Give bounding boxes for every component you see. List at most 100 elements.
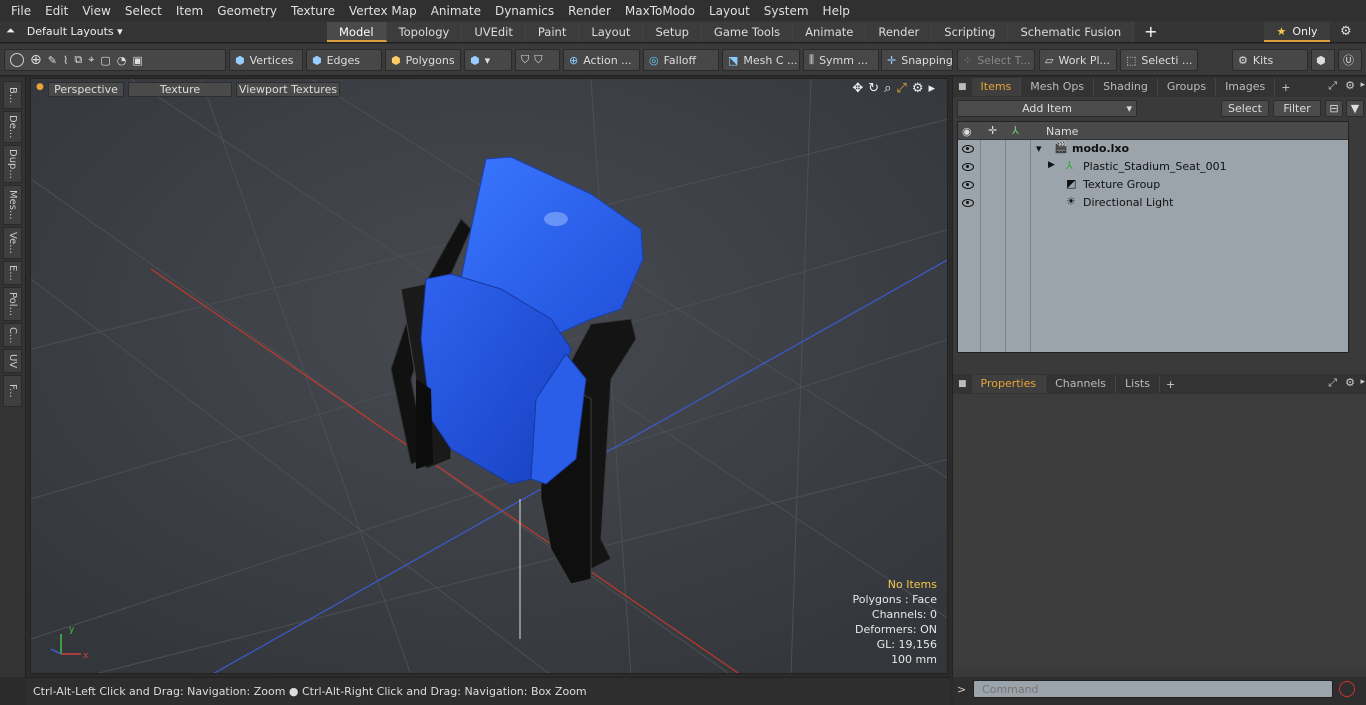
tab-channels[interactable]: Channels <box>1046 375 1117 393</box>
viewport-textures-button[interactable]: Viewport Textures <box>236 82 340 97</box>
visibility-eye-icon[interactable] <box>962 199 974 207</box>
3d-viewport[interactable]: x y ● Perspective Texture Viewport Textu… <box>30 78 948 674</box>
add-item-dropdown[interactable]: Add Item ▾ <box>957 100 1137 117</box>
select-button[interactable]: Select <box>1221 100 1269 117</box>
cube-mode-icon[interactable]: ▣ <box>132 54 142 67</box>
command-input[interactable] <box>973 680 1333 698</box>
left-tab-uv[interactable]: UV <box>3 349 22 373</box>
add-tab-plus-icon[interactable]: + <box>1134 22 1167 42</box>
collapse-triangle-icon[interactable]: ▾ <box>1036 142 1042 155</box>
kits-button[interactable]: ⚙ Kits <box>1232 49 1308 71</box>
tab-render[interactable]: Render <box>866 22 933 42</box>
panel-arrow-icon[interactable]: ▸ <box>1360 80 1365 90</box>
menu-select[interactable]: Select <box>118 4 169 18</box>
name-column-header[interactable]: Name <box>1046 125 1078 138</box>
falloff-button[interactable]: ◎ Falloff <box>643 49 719 71</box>
props-expand-icon[interactable]: ⤢ <box>1328 376 1337 390</box>
visibility-eye-icon[interactable] <box>962 163 974 171</box>
tab-shading[interactable]: Shading <box>1094 78 1158 96</box>
menu-view[interactable]: View <box>75 4 117 18</box>
tab-setup[interactable]: Setup <box>643 22 702 42</box>
menu-edit[interactable]: Edit <box>38 4 75 18</box>
expand-triangle-icon[interactable]: ▶ <box>1048 160 1055 170</box>
tab-paint[interactable]: Paint <box>525 22 580 42</box>
modo-logo-button[interactable]: ⬢ <box>1311 49 1335 71</box>
edges-button[interactable]: ⬢ Edges <box>306 49 382 71</box>
settings-gear-icon[interactable]: ⚙ <box>1340 24 1352 39</box>
filter-button[interactable]: Filter <box>1273 100 1321 117</box>
left-tab-curve[interactable]: C... <box>3 323 22 347</box>
perspective-button[interactable]: Perspective <box>48 82 124 97</box>
list-item-texture-group[interactable]: ◩ Texture Group <box>958 176 1348 194</box>
unreal-button[interactable]: Ⓤ <box>1338 49 1362 71</box>
funnel-filter-icon[interactable]: ▼ <box>1346 100 1364 117</box>
tab-mesh-ops[interactable]: Mesh Ops <box>1021 78 1095 96</box>
props-arrow-icon[interactable]: ▸ <box>1360 377 1365 387</box>
menu-maxtomodo[interactable]: MaxToModo <box>618 4 702 18</box>
left-tab-polygon[interactable]: Pol... <box>3 287 22 321</box>
symmetry-button[interactable]: ⫼ Symm ... <box>803 49 879 71</box>
component-toggle-group[interactable]: ⛉ ⛉ <box>515 49 560 71</box>
tab-topology[interactable]: Topology <box>386 22 463 42</box>
props-gear-icon[interactable]: ⚙ <box>1345 376 1355 389</box>
maximize-view-icon[interactable]: ⤢ <box>896 81 906 96</box>
menu-animate[interactable]: Animate <box>424 4 488 18</box>
menu-dynamics[interactable]: Dynamics <box>488 4 561 18</box>
crosshair-icon[interactable]: ⌖ <box>88 53 94 67</box>
left-tab-deform[interactable]: De... <box>3 111 22 143</box>
vertices-button[interactable]: ⬢ Vertices <box>229 49 303 71</box>
only-button[interactable]: ★ Only <box>1264 22 1330 42</box>
expand-panel-icon[interactable]: ⤢ <box>1328 79 1337 93</box>
lock-col-icon[interactable]: ✛ <box>988 124 997 137</box>
polygons-button[interactable]: ⬢ Polygons <box>385 49 461 71</box>
visibility-eye-icon[interactable] <box>962 181 974 189</box>
zoom-view-icon[interactable]: ⌕ <box>884 81 891 96</box>
menu-help[interactable]: Help <box>816 4 857 18</box>
menu-texture[interactable]: Texture <box>284 4 342 18</box>
viewport-options-dot-icon[interactable]: ● <box>36 82 44 92</box>
rotate-view-icon[interactable]: ↻ <box>868 81 879 96</box>
tab-layout[interactable]: Layout <box>579 22 644 42</box>
left-tab-vertex[interactable]: Ve... <box>3 227 22 259</box>
selection-sets-button[interactable]: ⬚ Selecti ... <box>1120 49 1198 71</box>
tab-uvedit[interactable]: UVEdit <box>462 22 526 42</box>
mesh-constraint-button[interactable]: ⬔ Mesh C ... <box>722 49 800 71</box>
work-plane-button[interactable]: ▱ Work Pl... <box>1039 49 1117 71</box>
globe-icon[interactable]: ⊕ <box>30 52 42 68</box>
layout-up-arrow-icon[interactable]: ⏶ <box>6 24 15 38</box>
tab-animate[interactable]: Animate <box>793 22 867 42</box>
menu-item[interactable]: Item <box>169 4 210 18</box>
select-through-button[interactable]: ⁘ Select T... <box>957 49 1035 71</box>
move-view-icon[interactable]: ✥ <box>852 81 863 96</box>
linked-icon[interactable]: ⧉ <box>74 53 82 67</box>
list-item-directional-light[interactable]: ☀ Directional Light <box>958 194 1348 212</box>
tab-lists[interactable]: Lists <box>1116 375 1160 393</box>
brush-icon[interactable]: ⌇ <box>63 54 68 67</box>
menu-geometry[interactable]: Geometry <box>210 4 284 18</box>
tab-game-tools[interactable]: Game Tools <box>701 22 794 42</box>
left-tab-fusion[interactable]: F... <box>3 375 22 407</box>
tab-scripting[interactable]: Scripting <box>932 22 1009 42</box>
lasso-icon[interactable]: ◔ <box>117 54 127 67</box>
panel-gear-icon[interactable]: ⚙ <box>1345 79 1355 92</box>
menu-layout[interactable]: Layout <box>702 4 757 18</box>
menu-system[interactable]: System <box>757 4 816 18</box>
left-tab-edge[interactable]: E... <box>3 261 22 285</box>
left-tab-mesh-edit[interactable]: Mes... <box>3 185 22 225</box>
props-panel-menu-icon[interactable]: ■ <box>953 379 972 389</box>
default-layouts-dropdown[interactable]: Default Layouts ▾ <box>27 25 123 38</box>
tab-groups[interactable]: Groups <box>1158 78 1217 96</box>
tab-images[interactable]: Images <box>1216 78 1276 96</box>
tab-model[interactable]: Model <box>327 22 387 42</box>
action-center-button[interactable]: ⊕ Action ... <box>563 49 640 71</box>
tab-schematic-fusion[interactable]: Schematic Fusion <box>1008 22 1135 42</box>
type-col-icon[interactable]: ⅄ <box>1012 124 1019 137</box>
menu-render[interactable]: Render <box>561 4 618 18</box>
left-tab-basic[interactable]: B... <box>3 81 22 109</box>
viewport-settings-gear-icon[interactable]: ⚙ <box>912 81 924 96</box>
circle-select-icon[interactable] <box>10 53 24 67</box>
viewport-play-arrow-icon[interactable]: ▸ <box>928 81 935 96</box>
square-select-icon[interactable]: ▢ <box>100 54 110 67</box>
add-panel-tab-plus-icon[interactable]: + <box>1275 81 1296 94</box>
menu-vertex-map[interactable]: Vertex Map <box>342 4 424 18</box>
